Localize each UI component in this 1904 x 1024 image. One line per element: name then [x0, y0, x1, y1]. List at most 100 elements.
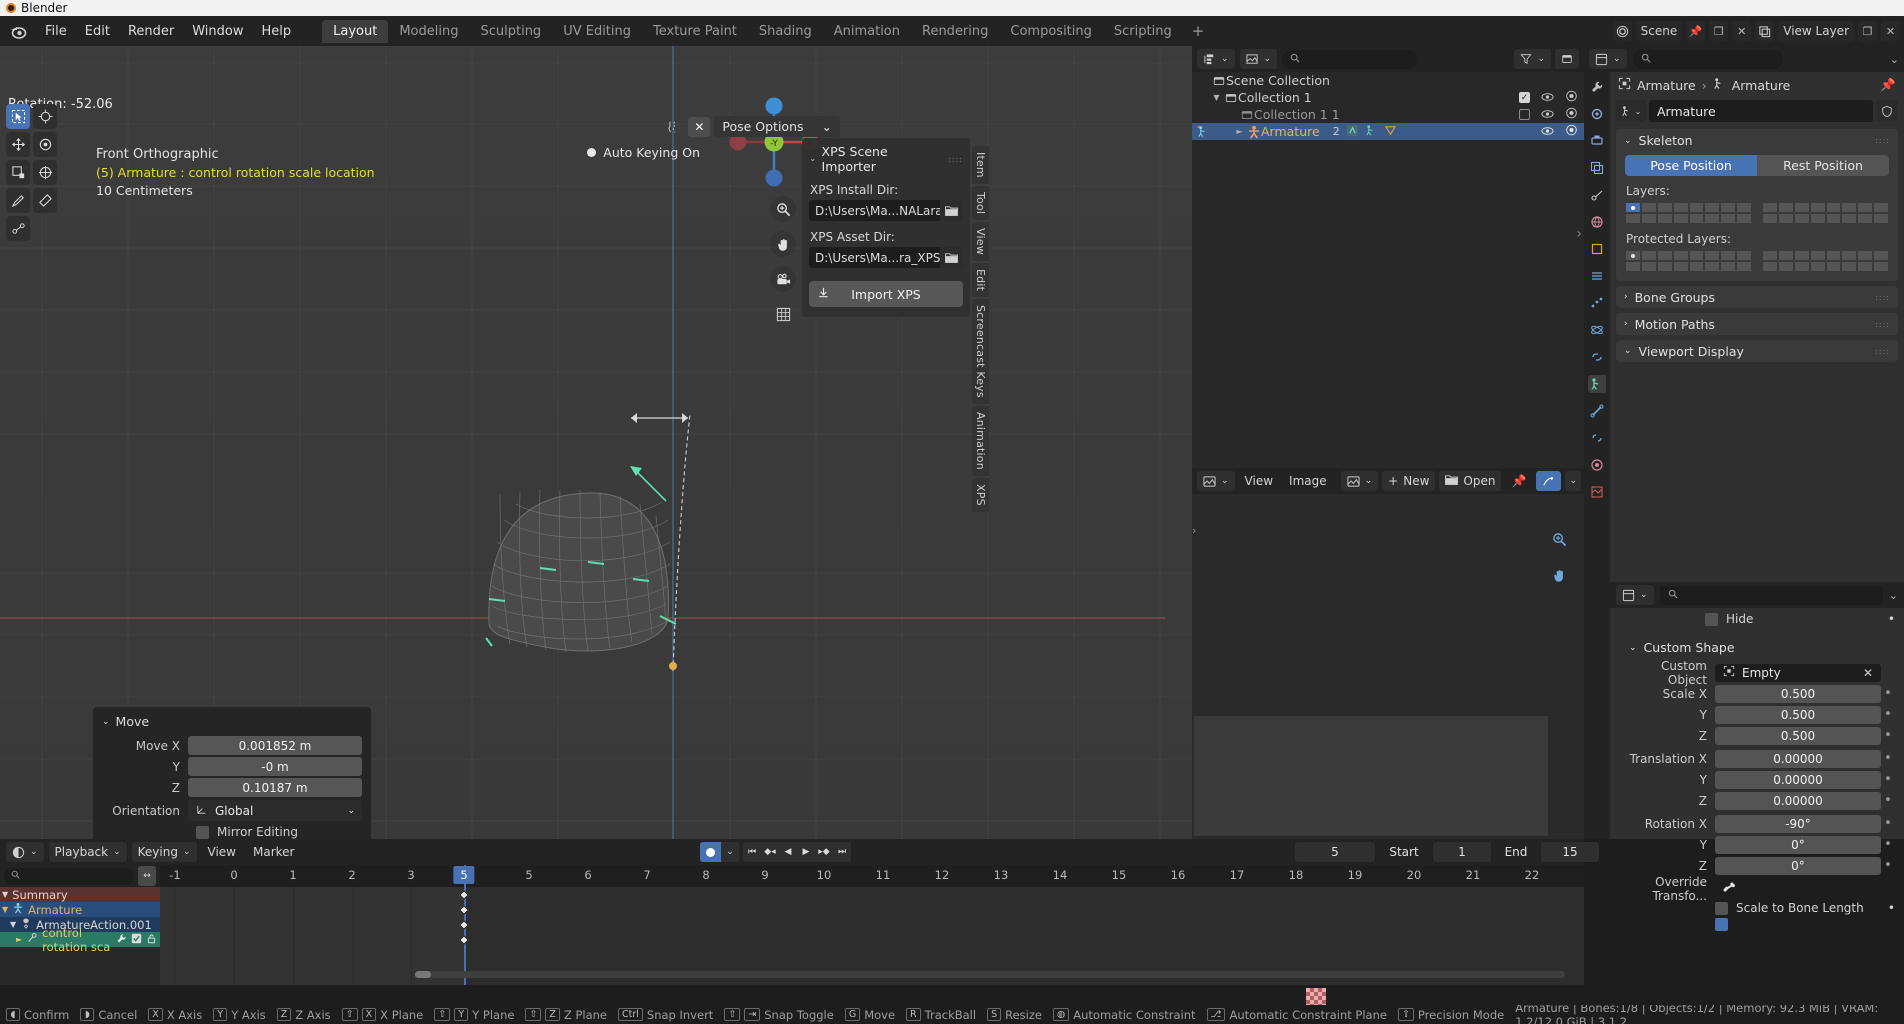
properties-search-input[interactable]: [1632, 49, 1783, 69]
keying-menu[interactable]: Keying ⌄: [131, 842, 197, 862]
folder-icon[interactable]: [940, 247, 963, 268]
channel-lock-icon[interactable]: [146, 933, 157, 947]
close-pose-icon[interactable]: ✕: [688, 116, 711, 137]
sidebar-tab-screencast-keys[interactable]: Screencast Keys: [972, 299, 989, 404]
tab-scene[interactable]: [1588, 186, 1606, 204]
animate-property-dot-icon[interactable]: •: [1881, 793, 1895, 808]
dopesheet-keyframe-area[interactable]: [160, 887, 1584, 985]
pin-scene-icon[interactable]: 📌: [1686, 21, 1706, 41]
protected-layer-cell[interactable]: [1793, 261, 1810, 272]
play-button[interactable]: ▶: [797, 842, 815, 862]
pose-copy-icon[interactable]: [662, 117, 684, 137]
outliner-search-input[interactable]: [1282, 49, 1418, 69]
scale-x-field[interactable]: 0.500: [1715, 684, 1881, 703]
sidebar-tab-item[interactable]: Item: [972, 146, 989, 184]
protected-layer-cell[interactable]: [1672, 261, 1689, 272]
protected-layer-cell[interactable]: [1704, 250, 1721, 261]
view-layer-selector[interactable]: View Layer: [1778, 21, 1854, 41]
protected-layer-cell[interactable]: [1777, 261, 1794, 272]
end-frame-field[interactable]: 15: [1541, 842, 1599, 862]
protected-layers-grid-left[interactable]: [1625, 250, 1752, 272]
armature-browse-dropdown[interactable]: ⌄: [1616, 100, 1646, 122]
twisty-icon[interactable]: ▼: [2, 905, 8, 914]
hide-in-viewport-icon[interactable]: [1541, 107, 1554, 122]
wireframe-checkbox[interactable]: [1715, 918, 1728, 931]
twisty-icon[interactable]: ▼: [2, 890, 8, 899]
tab-modeling[interactable]: Modeling: [388, 20, 469, 43]
viewport-display-panel[interactable]: ⌄ Viewport Display ::::: [1616, 340, 1898, 362]
protected-layers-grid-right[interactable]: [1762, 250, 1889, 272]
layer-cell[interactable]: [1672, 202, 1689, 213]
skeleton-panel-header[interactable]: ⌄ Skeleton ::::: [1616, 129, 1898, 152]
play-reverse-button[interactable]: ◀: [779, 842, 797, 862]
region-expand-arrow-icon[interactable]: ›: [1576, 226, 1582, 242]
layer-cell[interactable]: [1873, 202, 1889, 213]
protected-layer-cell[interactable]: [1873, 261, 1889, 272]
exclude-checkbox[interactable]: ✓: [1519, 92, 1530, 103]
channel-armature[interactable]: ▼ Armature: [0, 902, 160, 917]
animate-property-dot-icon[interactable]: •: [1881, 686, 1895, 701]
jump-to-end-button[interactable]: ⏭: [833, 842, 851, 862]
tool-annotate[interactable]: [6, 188, 30, 213]
bone-properties-options-chevron-down-icon[interactable]: ⌄: [1889, 589, 1898, 602]
scene-browse-icon[interactable]: [1612, 21, 1632, 41]
layer-cell[interactable]: [1625, 202, 1641, 213]
layer-cell[interactable]: [1720, 202, 1737, 213]
protected-layer-cell[interactable]: [1825, 250, 1842, 261]
pan-image-icon[interactable]: [1546, 562, 1572, 588]
layers-grid-left[interactable]: [1625, 202, 1752, 224]
disable-in-renders-icon[interactable]: [1565, 124, 1578, 139]
exclude-checkbox[interactable]: [1519, 109, 1530, 120]
animate-property-dot-icon[interactable]: •: [1881, 837, 1895, 852]
sidebar-tab-edit[interactable]: Edit: [972, 262, 989, 298]
dopesheet-editor[interactable]: ⌄ Playback ⌄ Keying ⌄ View Marker ⌄ ⏮ ◆◂: [0, 839, 1599, 985]
tab-particles[interactable]: [1588, 294, 1606, 312]
layer-cell[interactable]: [1656, 202, 1673, 213]
import-xps-button[interactable]: Import XPS: [809, 281, 963, 307]
hide-checkbox[interactable]: [1705, 612, 1718, 626]
outliner-new-collection-button[interactable]: [1555, 49, 1579, 69]
tab-bone[interactable]: [1588, 402, 1606, 420]
tab-physics[interactable]: [1588, 321, 1606, 339]
fake-user-shield-icon[interactable]: [1876, 100, 1898, 122]
move-y-field[interactable]: -0 m: [188, 757, 362, 776]
protected-layer-cell[interactable]: [1625, 261, 1641, 272]
image-editor-canvas[interactable]: ›: [1192, 494, 1584, 839]
image-editor[interactable]: ⌄ View Image ⌄ + New Open 📌 ⌄ ›: [1192, 468, 1584, 839]
tool-move[interactable]: [6, 132, 30, 157]
layer-cell[interactable]: [1841, 202, 1858, 213]
clear-custom-object-icon[interactable]: ✕: [1863, 666, 1873, 680]
translation-x-field[interactable]: 0.00000: [1715, 749, 1881, 768]
menu-render[interactable]: Render: [119, 21, 183, 42]
auto-keying-toggle[interactable]: [700, 842, 721, 862]
bone-properties-search-input[interactable]: [1659, 585, 1883, 605]
tool-rotate[interactable]: [33, 132, 57, 157]
tab-rendering[interactable]: Rendering: [911, 20, 999, 43]
disable-in-renders-icon[interactable]: [1565, 107, 1578, 122]
view-layer-icon[interactable]: [1755, 21, 1775, 41]
properties-editor-type-dropdown[interactable]: ⌄: [1589, 49, 1627, 69]
layer-cell[interactable]: [1625, 213, 1641, 224]
remove-view-layer-icon[interactable]: ✕: [1881, 21, 1900, 41]
tool-breakdowner[interactable]: [6, 216, 30, 241]
image-display-mode-button[interactable]: [1536, 471, 1562, 491]
tab-compositing[interactable]: Compositing: [999, 20, 1103, 43]
xps-panel-header[interactable]: ⌄ XPS Scene Importer ::::: [809, 144, 963, 174]
twisty-icon[interactable]: ▼: [10, 920, 16, 929]
channel-enable-checkbox[interactable]: [131, 933, 142, 947]
translation-y-field[interactable]: 0.00000: [1715, 770, 1881, 789]
protected-layer-cell[interactable]: [1762, 250, 1778, 261]
add-workspace-button[interactable]: +: [1183, 19, 1214, 43]
zoom-image-icon[interactable]: [1546, 526, 1572, 552]
bone-properties-editor-type-dropdown[interactable]: ⌄: [1616, 585, 1654, 605]
layers-grid-right[interactable]: [1762, 202, 1889, 224]
timeline-view-menu[interactable]: View: [202, 842, 242, 862]
mesh-child-icon[interactable]: [1384, 124, 1397, 140]
protected-layer-cell[interactable]: [1762, 261, 1778, 272]
scale-y-field[interactable]: 0.500: [1715, 705, 1881, 724]
image-browse-dropdown[interactable]: ⌄: [1340, 471, 1379, 491]
layer-cell[interactable]: [1809, 213, 1826, 224]
animate-property-dot-icon[interactable]: •: [1881, 728, 1895, 743]
rotation-y-field[interactable]: 0°: [1715, 835, 1881, 854]
protected-layer-cell[interactable]: [1809, 250, 1826, 261]
